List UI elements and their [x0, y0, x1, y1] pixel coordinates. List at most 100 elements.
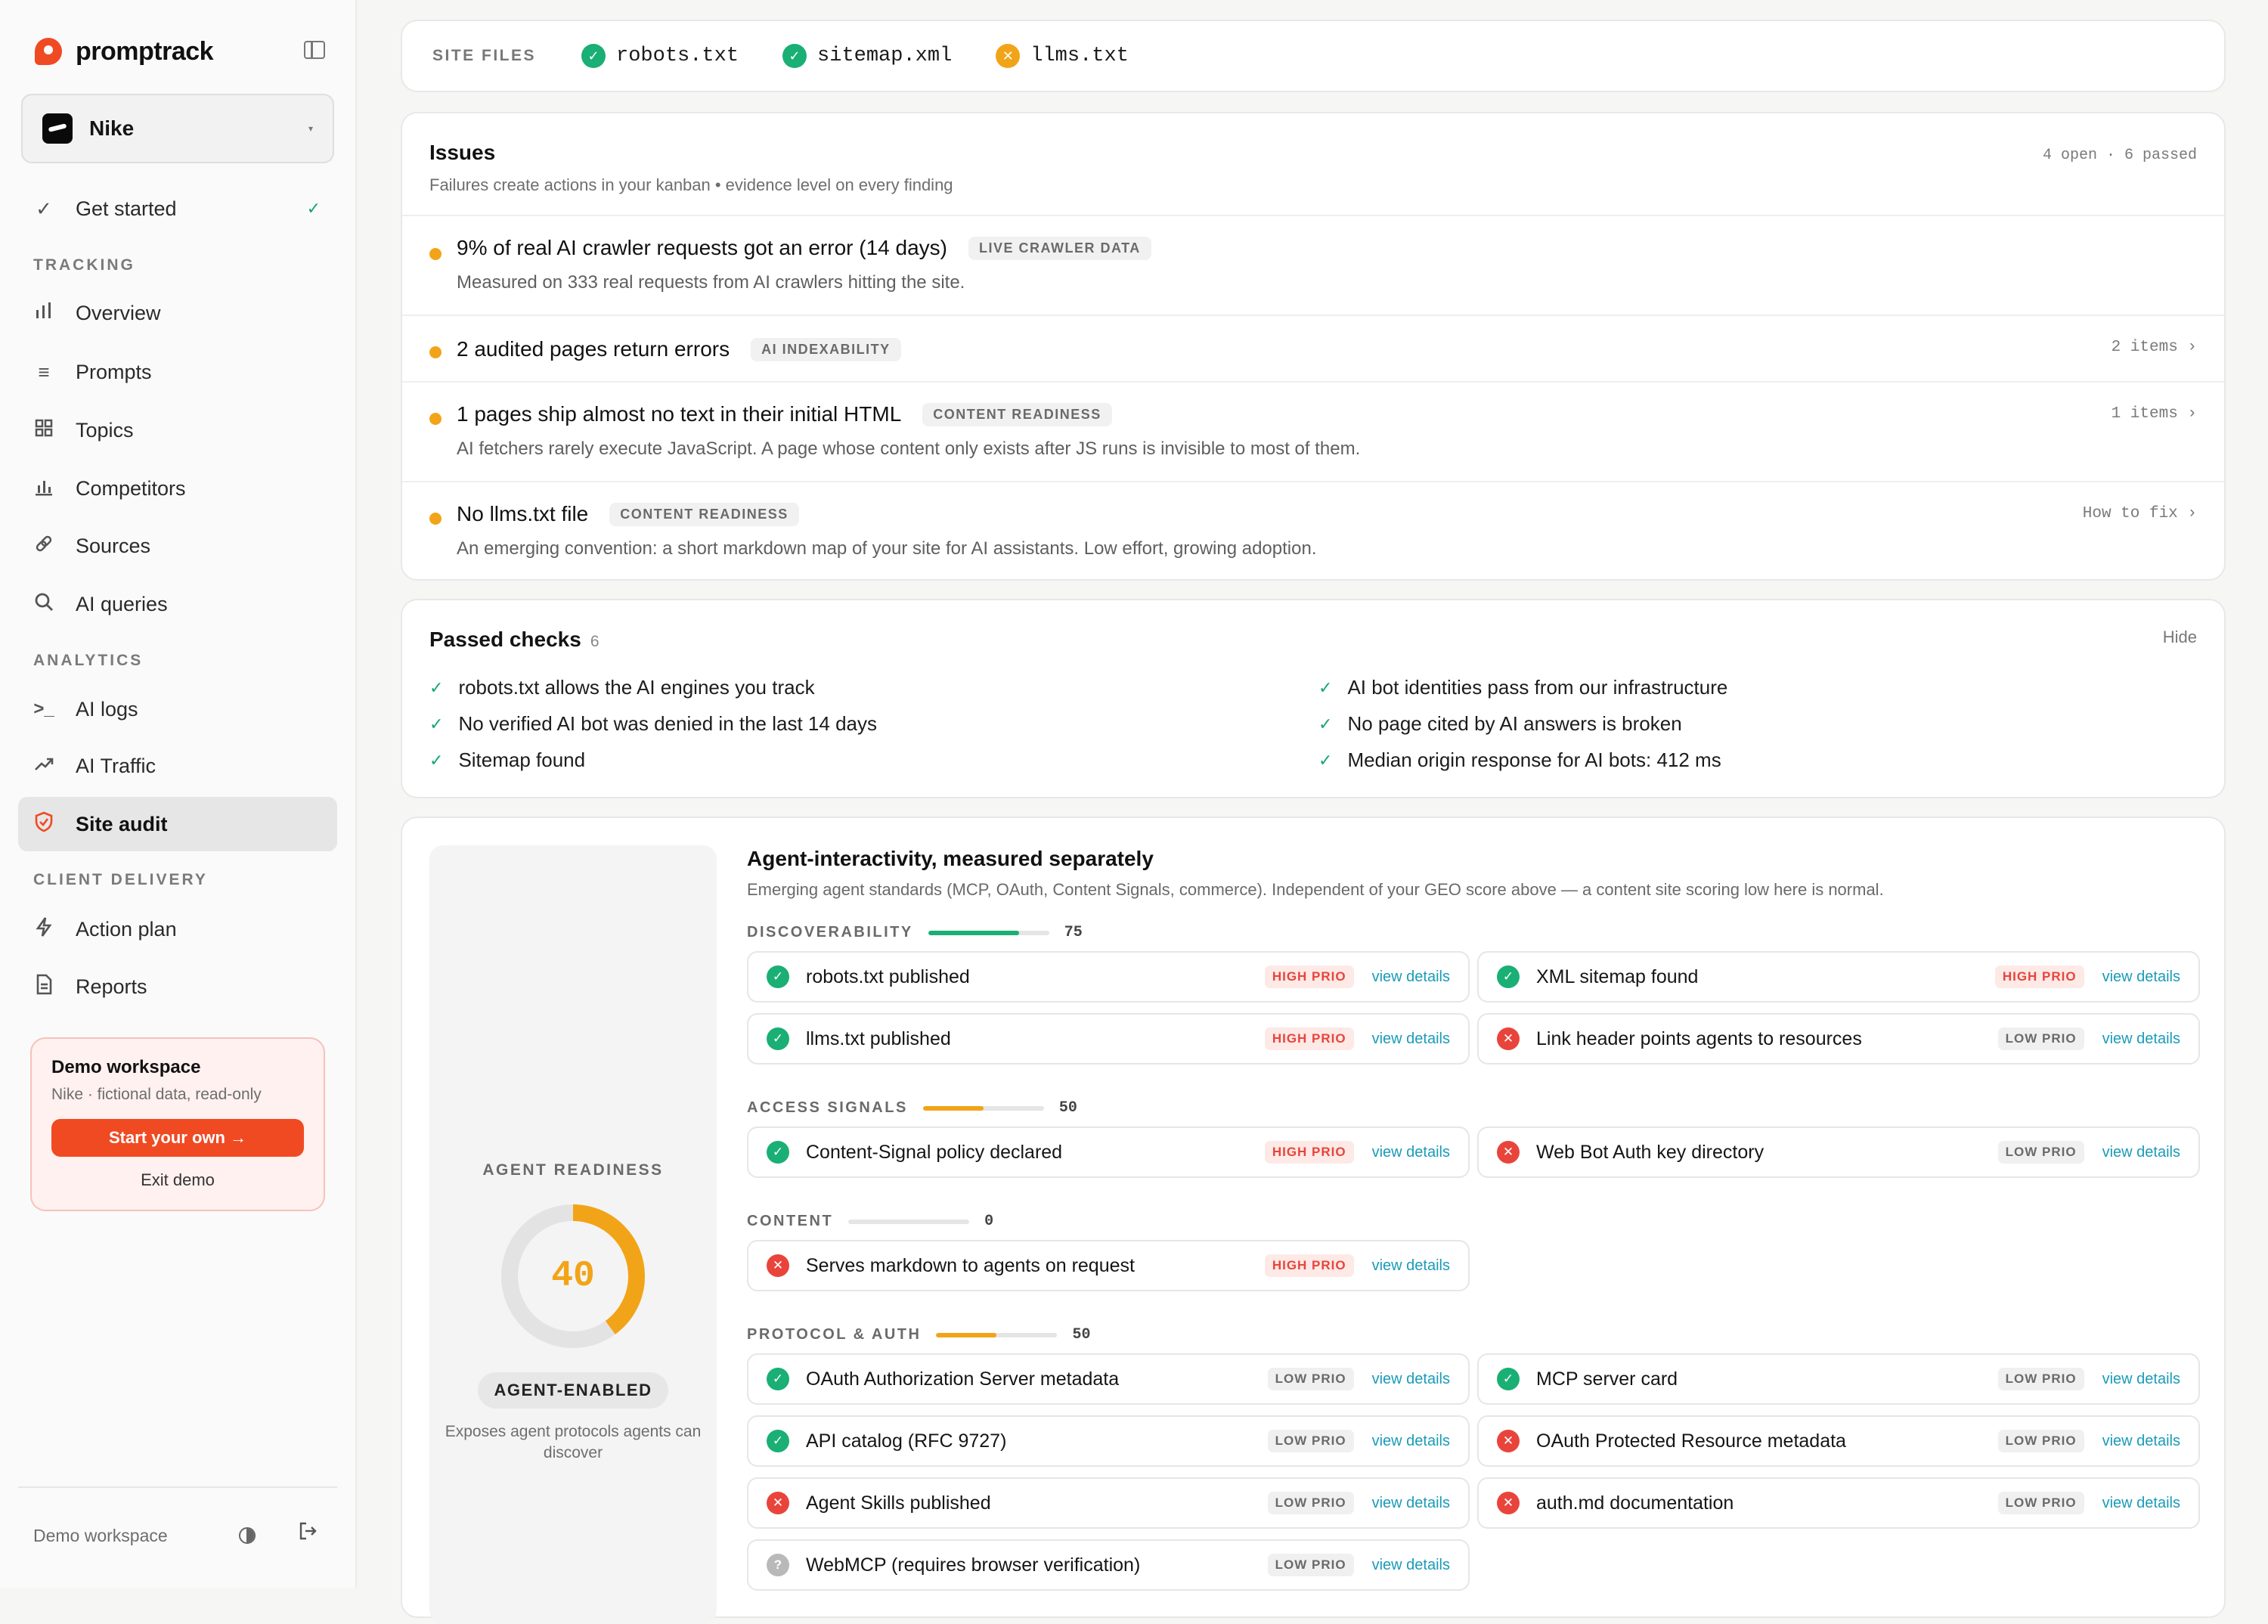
demo-subtitle: Nike · fictional data, read-only	[51, 1086, 262, 1103]
issue-row[interactable]: No llms.txt file CONTENT READINESS An em…	[402, 482, 2224, 579]
view-details-link[interactable]: view details	[1372, 1557, 1450, 1574]
agent-check-card[interactable]: ✓ API catalog (RFC 9727) LOW PRIO view deta…	[747, 1415, 1470, 1467]
check-icon: ✓	[429, 677, 444, 697]
view-details-link[interactable]: view details	[1372, 1030, 1450, 1048]
passed-check-text: Median origin response for AI bots: 412 …	[1347, 748, 1721, 771]
passed-check-item: ✓ No verified AI bot was denied in the la…	[429, 712, 877, 736]
nav-ai-traffic[interactable]: AI Traffic	[18, 739, 337, 793]
issue-items-link[interactable]: 1 items ›	[2112, 405, 2197, 423]
passed-check-item: ✓ robots.txt allows the AI engines you tr…	[429, 676, 815, 699]
status-ok-icon: ✓	[767, 965, 789, 988]
agent-interactivity-card: AGENT READINESS 40 AGENT-ENABLED Exposes…	[401, 817, 2226, 1624]
agent-check-card[interactable]: ✓ XML sitemap found HIGH PRIO view details	[1477, 951, 2200, 1003]
sidebar-toggle-icon[interactable]	[304, 41, 325, 59]
priority-badge: LOW PRIO	[1997, 1141, 2084, 1164]
agent-check-card[interactable]: ✕ Web Bot Auth key directory LOW PRIO view …	[1477, 1127, 2200, 1178]
agent-check-card[interactable]: ? WebMCP (requires browser verification) L…	[747, 1539, 1470, 1591]
view-details-link[interactable]: view details	[2102, 1144, 2180, 1161]
hide-button[interactable]: Hide	[2163, 628, 2197, 647]
check-name: WebMCP (requires browser verification)	[806, 1554, 1141, 1576]
issues-header: Issues Failures create actions in your k…	[402, 113, 2224, 216]
nav-label: AI logs	[76, 697, 138, 721]
agent-readiness-panel: AGENT READINESS 40 AGENT-ENABLED Exposes…	[429, 845, 717, 1624]
view-details-link[interactable]: view details	[2102, 1030, 2180, 1048]
agent-check-card[interactable]: ✓ Content-Signal policy declared HIGH PRIO…	[747, 1127, 1470, 1178]
nav-get-started[interactable]: ✓ Get started ✓	[18, 181, 337, 236]
view-details-link[interactable]: view details	[2102, 1371, 2180, 1388]
issues-card: Issues Failures create actions in your k…	[401, 112, 2226, 581]
nav-topics[interactable]: Topics	[18, 403, 337, 457]
view-details-link[interactable]: view details	[2102, 1495, 2180, 1512]
priority-badge: HIGH PRIO	[1994, 965, 2084, 988]
issue-row[interactable]: 1 pages ship almost no text in their ini…	[402, 383, 2224, 482]
agent-check-card[interactable]: ✕ Link header points agents to resources L…	[1477, 1013, 2200, 1065]
site-file-sitemap[interactable]: ✓ sitemap.xml	[782, 44, 952, 68]
trending-up-icon	[33, 754, 54, 779]
agent-check-card[interactable]: ✓ OAuth Authorization Server metadata LOW …	[747, 1353, 1470, 1405]
issue-items-link[interactable]: 2 items ›	[2112, 339, 2197, 356]
logout-icon[interactable]	[298, 1521, 318, 1546]
site-file-robots[interactable]: ✓ robots.txt	[581, 44, 739, 68]
exit-demo-link[interactable]: Exit demo	[51, 1170, 304, 1190]
demo-workspace-card: Demo workspace Nike · fictional data, re…	[30, 1037, 325, 1211]
nav-site-audit[interactable]: Site audit	[18, 797, 337, 851]
agent-section-header: CONTENT 0	[747, 1213, 993, 1230]
view-details-link[interactable]: view details	[1372, 1433, 1450, 1450]
check-name: Link header points agents to resources	[1536, 1027, 1862, 1049]
document-icon	[33, 974, 54, 1000]
agent-check-card[interactable]: ✕ Serves markdown to agents on request HIG…	[747, 1240, 1470, 1291]
view-details-link[interactable]: view details	[1372, 1371, 1450, 1388]
section-score-fill	[922, 1105, 984, 1111]
agent-readiness-label: AGENT READINESS	[482, 1161, 664, 1179]
start-your-own-button[interactable]: Start your own →	[51, 1119, 304, 1157]
agent-check-card[interactable]: ✕ Agent Skills published LOW PRIO view deta…	[747, 1477, 1470, 1529]
issue-row[interactable]: 2 audited pages return errors AI INDEXAB…	[402, 316, 2224, 383]
site-file-name: robots.txt	[616, 45, 739, 67]
check-name: OAuth Authorization Server metadata	[806, 1368, 1120, 1390]
passed-title-text: Passed checks	[429, 628, 581, 651]
view-details-link[interactable]: view details	[1372, 969, 1450, 986]
nav-action-plan[interactable]: Action plan	[18, 902, 337, 956]
agent-check-card[interactable]: ✕ auth.md documentation LOW PRIO view detai…	[1477, 1477, 2200, 1529]
nav-ai-logs[interactable]: >_ AI logs	[18, 682, 337, 736]
section-score: 0	[984, 1213, 994, 1230]
check-name: Agent Skills published	[806, 1492, 991, 1514]
status-unknown-icon: ?	[767, 1554, 789, 1576]
check-icon: ✓	[1318, 750, 1333, 770]
sidebar: promptrack Nike ▾ ✓ Get started ✓ TRACKI…	[0, 0, 357, 1588]
priority-badge: LOW PRIO	[1997, 1430, 2084, 1452]
nav-overview[interactable]: Overview	[18, 286, 337, 340]
status-ok-icon: ✓	[782, 44, 807, 68]
agent-readiness-score: 40	[551, 1256, 595, 1297]
nike-logo-icon	[42, 113, 73, 144]
agent-check-card[interactable]: ✓ MCP server card LOW PRIO view details	[1477, 1353, 2200, 1405]
check-name: API catalog (RFC 9727)	[806, 1430, 1007, 1452]
issue-row[interactable]: 9% of real AI crawler requests got an er…	[402, 216, 2224, 316]
nav-prompts[interactable]: ≡ Prompts	[18, 345, 337, 399]
status-error-icon: ✕	[1497, 1141, 1520, 1164]
view-details-link[interactable]: view details	[1372, 1257, 1450, 1275]
nav-competitors[interactable]: Competitors	[18, 461, 337, 516]
nav-ai-queries[interactable]: AI queries	[18, 577, 337, 631]
agent-check-card[interactable]: ✕ OAuth Protected Resource metadata LOW PR…	[1477, 1415, 2200, 1467]
check-name: Content-Signal policy declared	[806, 1141, 1063, 1163]
agent-check-card[interactable]: ✓ robots.txt published HIGH PRIO view detai…	[747, 951, 1470, 1003]
passed-check-text: AI bot identities pass from our infrastr…	[1347, 676, 1728, 699]
chevron-down-icon: ▾	[308, 123, 313, 134]
nav-sources[interactable]: Sources	[18, 519, 337, 573]
issues-subtitle: Failures create actions in your kanban •…	[429, 175, 953, 194]
view-details-link[interactable]: view details	[2102, 969, 2180, 986]
warning-dot-icon	[429, 413, 442, 425]
view-details-link[interactable]: view details	[1372, 1495, 1450, 1512]
view-details-link[interactable]: view details	[2102, 1433, 2180, 1450]
nav-reports[interactable]: Reports	[18, 959, 337, 1014]
site-file-llms[interactable]: ✕ llms.txt	[996, 44, 1129, 68]
status-error-icon: ✕	[1497, 1027, 1520, 1050]
issue-description: Measured on 333 real requests from AI cr…	[457, 272, 965, 293]
theme-toggle-icon[interactable]	[239, 1527, 256, 1544]
agent-check-card[interactable]: ✓ llms.txt published HIGH PRIO view details	[747, 1013, 1470, 1065]
view-details-link[interactable]: view details	[1372, 1144, 1450, 1161]
workspace-selector[interactable]: Nike ▾	[21, 94, 334, 163]
how-to-fix-link[interactable]: How to fix ›	[2083, 505, 2197, 522]
brand[interactable]: promptrack	[35, 33, 214, 70]
